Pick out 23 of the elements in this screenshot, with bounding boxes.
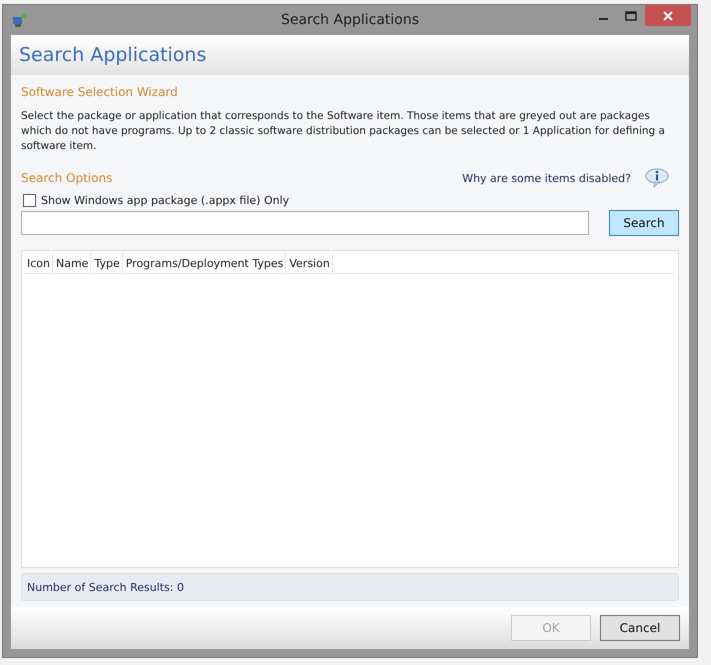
close-button[interactable] [645,5,691,26]
results-count: Number of Search Results: 0 [27,580,184,594]
close-icon [663,10,673,20]
wizard-title: Software Selection Wizard [21,85,179,99]
search-field[interactable] [21,211,589,235]
column-header[interactable]: Programs/Deployment Types [122,253,286,273]
page-title: Search Applications [19,44,206,66]
checkbox-label: Show Windows app package (.appx file) Only [41,194,290,207]
column-header[interactable]: Type [91,253,123,273]
column-header[interactable]: Version [286,253,333,273]
cancel-button[interactable]: Cancel [600,615,680,641]
help-link[interactable]: Why are some items disabled? [462,172,631,184]
search-button[interactable]: Search [609,210,679,236]
column-header[interactable]: Name [53,253,92,273]
section-title: Search Options [21,171,112,185]
window-title: Search Applications [280,12,420,28]
column-header[interactable]: Icon [24,253,53,273]
minimize-icon [598,18,608,20]
info-icon [645,168,669,188]
maximize-icon [625,10,637,20]
app-icon [12,12,28,28]
description-text: Select the package or application that corresponds to the Software item. Those items that are greyed out are packages which do not have programs. Up to 2 classic software distribution packages can be selected or 1 Application for defining a software item. [21,109,666,154]
checkbox[interactable] [23,194,36,207]
